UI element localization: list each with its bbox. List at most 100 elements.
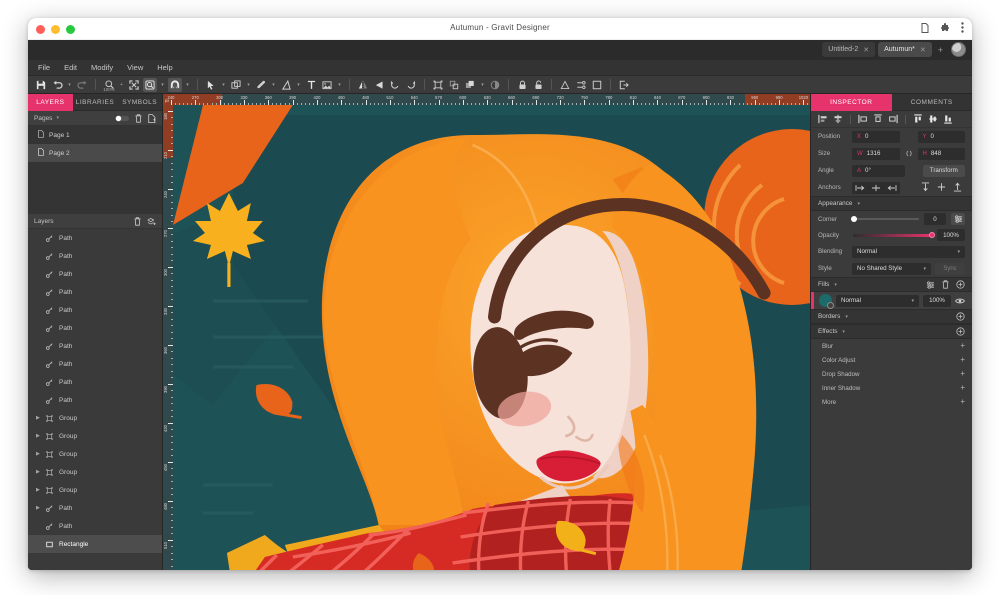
undo-icon[interactable] bbox=[50, 78, 64, 92]
layer-row[interactable]: ▶Group bbox=[28, 445, 162, 463]
trash-icon[interactable] bbox=[134, 217, 141, 226]
save-icon[interactable] bbox=[34, 78, 48, 92]
fill-opacity-value[interactable]: 100% bbox=[923, 295, 951, 307]
tab-libraries[interactable]: LIBRARIES bbox=[73, 94, 118, 111]
rotate-cw-icon[interactable] bbox=[404, 78, 418, 92]
effects-section-header[interactable]: Effects ▾ bbox=[811, 324, 972, 339]
tab-inspector[interactable]: INSPECTOR bbox=[811, 94, 892, 111]
eye-icon[interactable] bbox=[955, 297, 965, 305]
export-icon[interactable] bbox=[617, 78, 631, 92]
layer-row[interactable]: ▶Group bbox=[28, 463, 162, 481]
redo-icon[interactable] bbox=[75, 78, 89, 92]
add-page-icon[interactable] bbox=[148, 114, 156, 123]
distribute-center-icon[interactable] bbox=[873, 114, 883, 124]
ungroup-icon[interactable] bbox=[447, 78, 461, 92]
anchor-middle-icon[interactable] bbox=[937, 179, 946, 197]
browser-tab-autumun[interactable]: Autumun* ✕ bbox=[878, 42, 932, 57]
visibility-toggle[interactable] bbox=[115, 115, 129, 122]
add-effect-icon[interactable]: + bbox=[960, 342, 965, 350]
zoom-tool-icon[interactable] bbox=[143, 78, 157, 92]
lock-icon[interactable] bbox=[515, 78, 529, 92]
fill-blend-select[interactable]: Normal ▾ bbox=[836, 295, 919, 307]
trash-icon[interactable] bbox=[942, 280, 949, 289]
text-tool-icon[interactable] bbox=[304, 78, 318, 92]
menu-item-modify[interactable]: Modify bbox=[91, 63, 113, 72]
flip-vertical-icon[interactable] bbox=[372, 78, 386, 92]
layer-row[interactable]: Path bbox=[28, 265, 162, 283]
effect-item-color-adjust[interactable]: Color Adjust + bbox=[811, 353, 972, 367]
effect-item-inner-shadow[interactable]: Inner Shadow + bbox=[811, 381, 972, 395]
plus-icon[interactable]: + bbox=[118, 82, 125, 88]
link-ratio-icon[interactable] bbox=[904, 149, 914, 158]
group-icon[interactable] bbox=[431, 78, 445, 92]
layer-row[interactable]: Path bbox=[28, 247, 162, 265]
page-icon[interactable] bbox=[921, 23, 929, 33]
expand-arrow-icon[interactable]: ▶ bbox=[36, 415, 40, 421]
add-effect-icon[interactable]: + bbox=[960, 370, 965, 378]
layer-row[interactable]: Path bbox=[28, 319, 162, 337]
flip-horizontal-icon[interactable] bbox=[356, 78, 370, 92]
anchor-bottom-icon[interactable] bbox=[953, 179, 962, 197]
anchor-left-icon[interactable] bbox=[855, 179, 865, 197]
expand-arrow-icon[interactable]: ▶ bbox=[36, 451, 40, 457]
fill-color-swatch[interactable] bbox=[819, 294, 832, 307]
layers-list[interactable]: Path Path Path Path Path Path Path Path … bbox=[28, 229, 162, 570]
add-icon[interactable] bbox=[956, 312, 965, 321]
fit-screen-icon[interactable] bbox=[127, 78, 141, 92]
chevron-down-icon[interactable]: ▾ bbox=[159, 82, 166, 88]
rotate-ccw-icon[interactable] bbox=[388, 78, 402, 92]
chevron-down-icon[interactable]: ▾ bbox=[220, 82, 227, 88]
layer-row[interactable]: Path bbox=[28, 229, 162, 247]
blending-select[interactable]: Normal ▾ bbox=[852, 246, 965, 258]
effect-item-more[interactable]: More + bbox=[811, 395, 972, 409]
align-center-h-icon[interactable] bbox=[833, 114, 843, 124]
chevron-down-icon[interactable]: ▾ bbox=[295, 82, 302, 88]
size-width-input[interactable]: W 1316 bbox=[852, 148, 900, 160]
chevron-down-icon[interactable]: ▾ bbox=[66, 82, 73, 88]
mask-icon[interactable] bbox=[488, 78, 502, 92]
chevron-down-icon[interactable]: ▾ bbox=[842, 329, 845, 335]
menu-item-help[interactable]: Help bbox=[157, 63, 172, 72]
sync-style-button[interactable]: Sync bbox=[935, 263, 965, 275]
layer-row[interactable]: Path bbox=[28, 283, 162, 301]
align-middle-icon[interactable] bbox=[928, 114, 938, 124]
pointer-tool-icon[interactable] bbox=[204, 78, 218, 92]
add-effect-icon[interactable]: + bbox=[960, 398, 965, 406]
position-x-input[interactable]: X 0 bbox=[852, 131, 900, 143]
transform-button[interactable]: Transform bbox=[923, 165, 966, 177]
chevron-down-icon[interactable]: ▾ bbox=[336, 82, 343, 88]
close-tab-icon[interactable]: ✕ bbox=[863, 46, 869, 54]
page-item-1[interactable]: Page 1 bbox=[28, 126, 162, 144]
layer-row[interactable]: Path bbox=[28, 391, 162, 409]
expand-arrow-icon[interactable]: ▶ bbox=[36, 469, 40, 475]
layer-row-rectangle[interactable]: Rectangle bbox=[28, 535, 162, 553]
add-icon[interactable] bbox=[956, 280, 965, 289]
tab-layers[interactable]: LAYERS bbox=[28, 94, 73, 111]
opacity-slider[interactable] bbox=[853, 234, 932, 237]
menu-item-file[interactable]: File bbox=[38, 63, 50, 72]
vertical-ruler[interactable]: 180210240270300330360390420450480510540 bbox=[163, 105, 173, 570]
convert-path-icon[interactable] bbox=[558, 78, 572, 92]
corner-slider-knob[interactable] bbox=[851, 216, 857, 222]
more-vert-icon[interactable] bbox=[961, 22, 964, 33]
borders-section-header[interactable]: Borders ▾ bbox=[811, 309, 972, 324]
corner-options-icon[interactable] bbox=[951, 213, 965, 225]
corner-value[interactable]: 0 bbox=[924, 213, 946, 225]
close-tab-icon[interactable]: ✕ bbox=[920, 46, 926, 54]
size-height-input[interactable]: H 848 bbox=[918, 148, 966, 160]
distribute-right-icon[interactable] bbox=[888, 114, 898, 124]
add-icon[interactable] bbox=[956, 327, 965, 336]
boolean-ops-icon[interactable] bbox=[463, 78, 477, 92]
zoom-percent-icon[interactable]: 100% bbox=[102, 78, 116, 92]
canvas-area[interactable]: 2402703003303603904204504805105405706006… bbox=[163, 94, 810, 570]
layer-row[interactable]: ▶Group bbox=[28, 427, 162, 445]
opacity-value[interactable]: 100% bbox=[937, 229, 965, 241]
add-layer-icon[interactable] bbox=[147, 217, 156, 226]
horizontal-ruler[interactable]: 2402703003303603904204504805105405706006… bbox=[163, 94, 810, 105]
expand-arrow-icon[interactable]: ▶ bbox=[36, 505, 40, 511]
chevron-down-icon[interactable]: ▾ bbox=[857, 201, 860, 207]
avatar[interactable] bbox=[951, 42, 966, 57]
align-left-icon[interactable] bbox=[818, 114, 828, 124]
pen-tool-icon[interactable] bbox=[254, 78, 268, 92]
image-tool-icon[interactable] bbox=[320, 78, 334, 92]
